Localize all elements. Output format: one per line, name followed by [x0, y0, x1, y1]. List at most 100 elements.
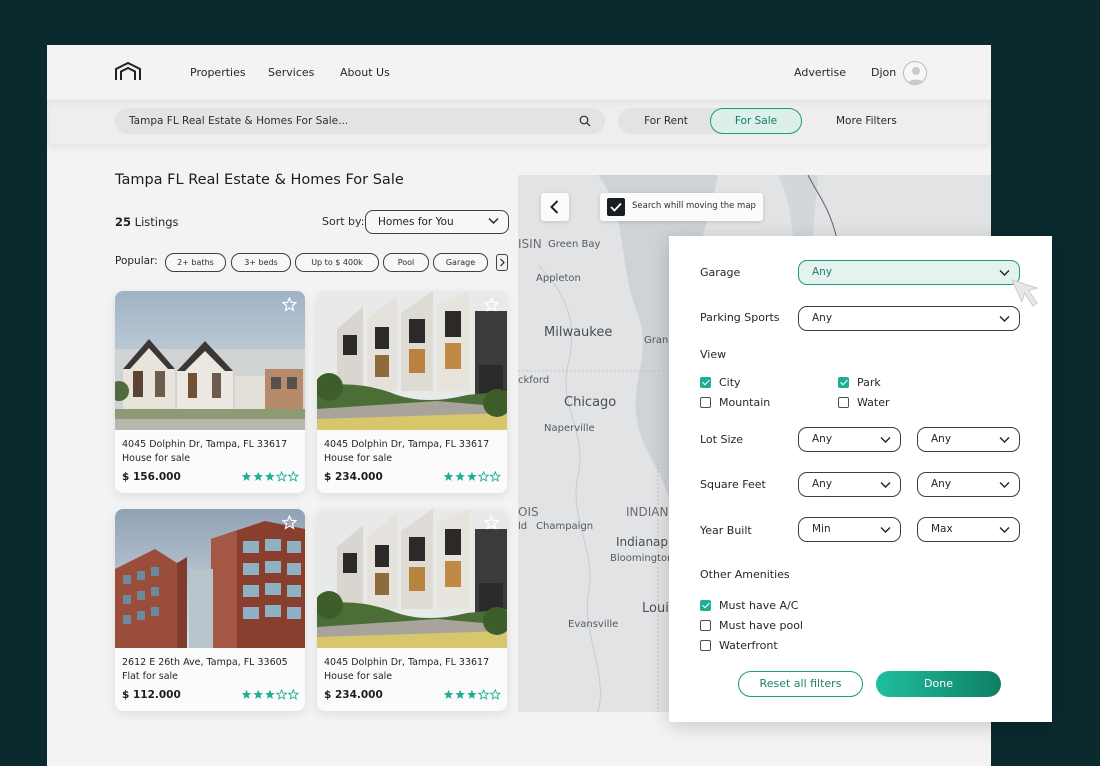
view-water-checkbox[interactable]: Water: [838, 396, 890, 409]
done-button[interactable]: Done: [876, 671, 1001, 697]
checkbox-label: Mountain: [719, 396, 771, 409]
checkbox[interactable]: [838, 397, 849, 408]
rating-stars: [241, 471, 299, 482]
square-feet-max-select[interactable]: Any: [917, 472, 1020, 497]
amenity-waterfront-checkbox[interactable]: Waterfront: [700, 639, 778, 652]
chevron-down-icon: [880, 437, 891, 443]
star-filled-icon: [443, 471, 454, 481]
favorite-star-icon[interactable]: [484, 515, 499, 530]
listings-count-number: 25: [115, 215, 132, 229]
checkbox[interactable]: [838, 377, 849, 388]
map-label: Green Bay: [548, 239, 601, 250]
chevron-down-icon: [999, 270, 1010, 276]
checkbox-label: Park: [857, 376, 881, 389]
star-empty-icon: [287, 471, 299, 482]
nav-advertise[interactable]: Advertise: [794, 66, 846, 79]
checkbox[interactable]: [700, 397, 711, 408]
favorite-star-icon[interactable]: [282, 515, 297, 530]
chevron-down-icon: [999, 316, 1010, 322]
chevron-left-icon: [550, 200, 559, 214]
chip-pool[interactable]: Pool: [383, 253, 429, 272]
nav-about-us[interactable]: About Us: [340, 66, 390, 79]
amenities-label: Other Amenities: [700, 568, 790, 581]
listing-card[interactable]: 2612 E 26th Ave, Tampa, FL 33605 Flat fo…: [115, 509, 305, 711]
listing-price: $ 234.000: [324, 689, 383, 701]
star-filled-icon: [265, 689, 275, 699]
property-photo: [317, 509, 507, 648]
chevron-down-icon: [999, 437, 1010, 443]
map-label: Bloomington: [610, 553, 674, 564]
listing-price: $ 112.000: [122, 689, 181, 701]
reset-filters-button[interactable]: Reset all filters: [738, 671, 863, 697]
chip-price[interactable]: Up to $ 400k: [295, 253, 379, 272]
favorite-star-icon[interactable]: [282, 297, 297, 312]
sort-by-label: Sort by:: [322, 215, 365, 228]
square-feet-min-select[interactable]: Any: [798, 472, 901, 497]
listing-card[interactable]: 4045 Dolphin Dr, Tampa, FL 33617 House f…: [115, 291, 305, 493]
map-label: ckford: [518, 375, 550, 386]
search-input[interactable]: Tampa FL Real Estate & Homes For Sale...: [115, 108, 605, 134]
favorite-star-icon[interactable]: [484, 297, 499, 312]
garage-select[interactable]: Any: [798, 260, 1020, 285]
amenity-pool-checkbox[interactable]: Must have pool: [700, 619, 803, 632]
year-built-label: Year Built: [700, 524, 752, 537]
listing-card[interactable]: 4045 Dolphin Dr, Tampa, FL 33617 House f…: [317, 291, 507, 493]
chip-garage[interactable]: Garage: [433, 253, 488, 272]
star-filled-icon: [241, 471, 252, 481]
rating-stars: [241, 689, 299, 700]
checkbox[interactable]: [700, 377, 711, 388]
year-built-max-value: Max: [931, 523, 953, 535]
chevron-down-icon: [488, 218, 499, 224]
rent-sale-toggle: For Rent For Sale: [618, 108, 802, 134]
parking-select[interactable]: Any: [798, 306, 1020, 331]
view-city-checkbox[interactable]: City: [700, 376, 741, 389]
map-label: Milwaukee: [544, 325, 613, 340]
checkbox[interactable]: [700, 600, 711, 611]
map-label: Indianap: [616, 535, 669, 549]
toggle-for-rent[interactable]: For Rent: [626, 108, 706, 134]
map-label: OIS: [518, 505, 539, 519]
checkbox[interactable]: [700, 620, 711, 631]
year-built-max-select[interactable]: Max: [917, 517, 1020, 542]
filters-panel: Garage Any Parking Sports Any View City …: [669, 236, 1052, 722]
map-label: Naperville: [544, 423, 595, 434]
toggle-for-sale[interactable]: For Sale: [710, 108, 802, 134]
star-empty-icon: [275, 471, 288, 482]
lot-size-max-select[interactable]: Any: [917, 427, 1020, 452]
chip-baths[interactable]: 2+ baths: [165, 253, 226, 272]
lot-size-min-select[interactable]: Any: [798, 427, 901, 452]
chips-next-button[interactable]: [496, 254, 508, 271]
chip-beds[interactable]: 3+ beds: [231, 253, 291, 272]
rating-stars: [443, 471, 501, 482]
year-built-min-value: Min: [812, 523, 831, 535]
map-back-button[interactable]: [541, 193, 569, 221]
property-photo: [115, 509, 305, 648]
listing-address: 4045 Dolphin Dr, Tampa, FL 33617: [122, 439, 288, 450]
user-name[interactable]: Djon: [871, 66, 896, 79]
lot-size-min-value: Any: [812, 433, 833, 445]
search-icon[interactable]: [579, 115, 591, 127]
listing-address: 2612 E 26th Ave, Tampa, FL 33605: [122, 657, 288, 668]
nav-services[interactable]: Services: [268, 66, 314, 79]
amenity-ac-checkbox[interactable]: Must have A/C: [700, 599, 798, 612]
checkbox[interactable]: [607, 198, 625, 216]
sort-select[interactable]: Homes for You: [365, 210, 509, 234]
star-empty-icon: [287, 689, 299, 700]
view-park-checkbox[interactable]: Park: [838, 376, 881, 389]
star-filled-icon: [253, 689, 263, 699]
view-label: View: [700, 348, 727, 361]
listing-type: Flat for sale: [122, 671, 179, 682]
year-built-min-select[interactable]: Min: [798, 517, 901, 542]
avatar[interactable]: [903, 61, 927, 85]
listing-card[interactable]: 4045 Dolphin Dr, Tampa, FL 33617 House f…: [317, 509, 507, 711]
more-filters-button[interactable]: More Filters: [836, 115, 897, 127]
user-icon: [908, 67, 924, 84]
nav-properties[interactable]: Properties: [190, 66, 246, 79]
search-while-moving-toggle[interactable]: Search whill moving the map: [600, 193, 763, 221]
checkbox-label: City: [719, 376, 741, 389]
star-empty-icon: [477, 689, 490, 700]
chevron-right-icon: [500, 258, 505, 267]
house-logo-icon[interactable]: [114, 61, 142, 81]
checkbox[interactable]: [700, 640, 711, 651]
view-mountain-checkbox[interactable]: Mountain: [700, 396, 770, 409]
